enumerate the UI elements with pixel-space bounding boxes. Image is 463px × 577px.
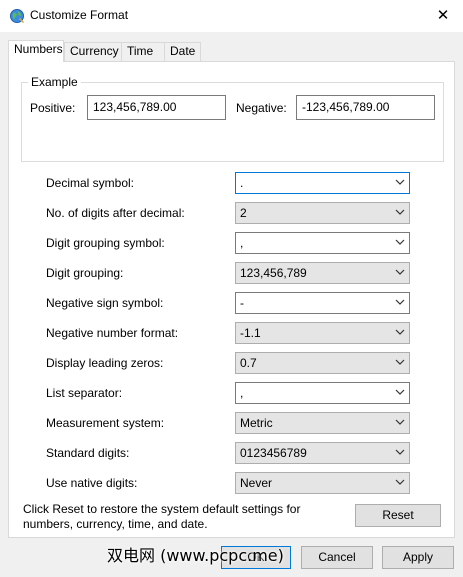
chevron-down-icon[interactable]	[395, 449, 405, 456]
digit-grouping-symbol-combo[interactable]: ,	[235, 232, 410, 254]
chevron-down-icon[interactable]	[395, 239, 405, 246]
chevron-down-icon[interactable]	[395, 269, 405, 276]
chevron-down-icon[interactable]	[395, 389, 405, 396]
list-separator-value: ,	[240, 386, 244, 400]
chevron-down-icon[interactable]	[395, 299, 405, 306]
decimal-symbol-value: .	[240, 176, 244, 190]
tab-time[interactable]: Time	[121, 42, 165, 61]
apply-button[interactable]: Apply	[382, 546, 454, 569]
standard-digits-value: 0123456789	[240, 446, 307, 460]
digit-grouping-symbol-value: ,	[240, 236, 244, 250]
leading-zeros-value: 0.7	[240, 356, 257, 370]
tab-currency[interactable]: Currency	[64, 42, 122, 61]
reset-button[interactable]: Reset	[355, 504, 441, 527]
list-separator-combo[interactable]: ,	[235, 382, 410, 404]
negative-number-format-label: Negative number format:	[46, 326, 179, 340]
example-group-label: Example	[28, 75, 81, 89]
negative-sign-symbol-value: -	[240, 296, 244, 310]
positive-label: Positive:	[30, 101, 76, 115]
positive-example-field: 123,456,789.00	[87, 95, 226, 120]
chevron-down-icon[interactable]	[395, 179, 405, 186]
decimal-symbol-combo[interactable]: .	[235, 172, 410, 194]
standard-digits-label: Standard digits:	[46, 446, 130, 460]
decimal-symbol-label: Decimal symbol:	[46, 176, 135, 190]
leading-zeros-label: Display leading zeros:	[46, 356, 164, 370]
chevron-down-icon[interactable]	[395, 209, 405, 216]
negative-number-format-dropdown[interactable]: -1.1	[235, 322, 410, 344]
title-bar[interactable]: Customize Format ✕	[0, 0, 463, 32]
example-group: Example Positive: 123,456,789.00 Negativ…	[21, 75, 444, 162]
numbers-panel: Example Positive: 123,456,789.00 Negativ…	[8, 61, 455, 538]
cancel-button[interactable]: Cancel	[301, 546, 373, 569]
digits-after-decimal-dropdown[interactable]: 2	[235, 202, 410, 224]
tab-date[interactable]: Date	[164, 42, 201, 61]
digit-grouping-label: Digit grouping:	[46, 266, 124, 280]
chevron-down-icon[interactable]	[395, 479, 405, 486]
watermark: 双电网 (www.pcpc.me)	[107, 546, 284, 565]
native-digits-value: Never	[240, 476, 273, 490]
chevron-down-icon[interactable]	[395, 359, 405, 366]
negative-sign-symbol-combo[interactable]: -	[235, 292, 410, 314]
digit-grouping-dropdown[interactable]: 123,456,789	[235, 262, 410, 284]
chevron-down-icon[interactable]	[395, 419, 405, 426]
globe-icon	[9, 8, 25, 24]
negative-sign-symbol-label: Negative sign symbol:	[46, 296, 164, 310]
reset-note: Click Reset to restore the system defaul…	[23, 502, 301, 531]
digit-grouping-value: 123,456,789	[240, 266, 307, 280]
measurement-system-value: Metric	[240, 416, 273, 430]
tab-numbers[interactable]: Numbers	[8, 40, 64, 62]
negative-number-format-value: -1.1	[240, 326, 261, 340]
standard-digits-dropdown[interactable]: 0123456789	[235, 442, 410, 464]
native-digits-dropdown[interactable]: Never	[235, 472, 410, 494]
native-digits-label: Use native digits:	[46, 476, 138, 490]
digits-after-decimal-value: 2	[240, 206, 247, 220]
measurement-system-dropdown[interactable]: Metric	[235, 412, 410, 434]
negative-label: Negative:	[236, 101, 287, 115]
measurement-system-label: Measurement system:	[46, 416, 165, 430]
leading-zeros-dropdown[interactable]: 0.7	[235, 352, 410, 374]
close-icon[interactable]: ✕	[432, 6, 454, 26]
digit-grouping-symbol-label: Digit grouping symbol:	[46, 236, 165, 250]
list-separator-label: List separator:	[46, 386, 123, 400]
negative-example-field: -123,456,789.00	[296, 95, 435, 120]
digits-after-decimal-label: No. of digits after decimal:	[46, 206, 185, 220]
chevron-down-icon[interactable]	[395, 329, 405, 336]
window-title: Customize Format	[30, 8, 129, 22]
